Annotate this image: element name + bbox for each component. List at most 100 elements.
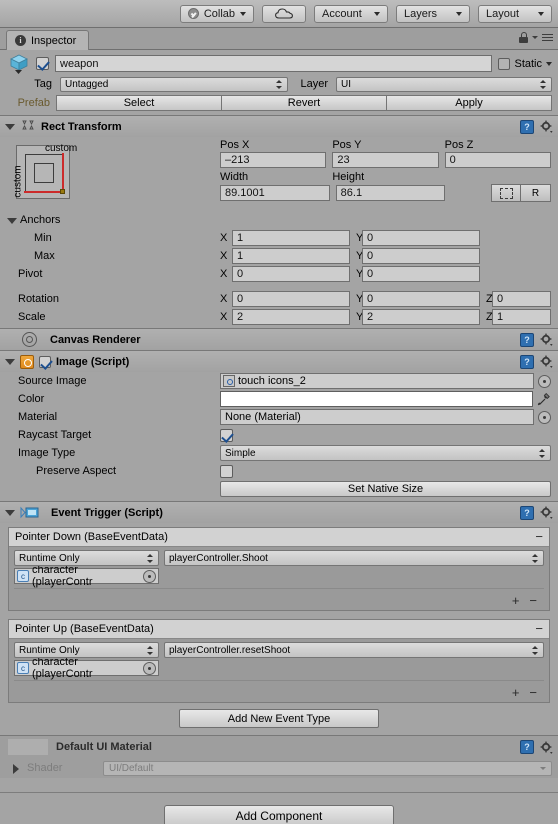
prefab-select-button[interactable]: Select xyxy=(56,94,222,111)
remove-callback-button[interactable]: − xyxy=(529,686,537,699)
add-callback-button[interactable]: + xyxy=(512,594,520,607)
pivot-y-input[interactable]: 0 xyxy=(362,266,480,282)
callback-mode-dropdown[interactable]: Runtime Only xyxy=(14,550,159,566)
scale-x-input[interactable]: 2 xyxy=(232,309,350,325)
help-book-icon[interactable]: ? xyxy=(520,505,534,520)
anchor-min-y-input[interactable]: 0 xyxy=(362,230,480,246)
axis-y-label: Y xyxy=(356,250,364,262)
pos-x-input[interactable]: –213 xyxy=(220,152,327,168)
image-type-label: Image Type xyxy=(18,447,76,459)
help-book-icon[interactable]: ? xyxy=(520,332,534,347)
tag-value: Untagged xyxy=(65,78,109,90)
chevron-down-icon[interactable] xyxy=(532,36,538,39)
image-script-icon xyxy=(20,354,34,369)
foldout-arrow-icon[interactable] xyxy=(4,507,15,518)
blueprint-mode-button[interactable] xyxy=(491,184,522,202)
scale-y-input[interactable]: 2 xyxy=(362,309,480,325)
event-trigger-header[interactable]: Event Trigger (Script) ? xyxy=(0,502,558,523)
event-trigger-header-tools: ? xyxy=(520,505,553,520)
gear-icon[interactable] xyxy=(540,355,553,368)
prefab-cube-icon[interactable] xyxy=(8,53,30,75)
foldout-arrow-icon[interactable] xyxy=(6,215,17,226)
gameobject-name-input[interactable]: weapon xyxy=(55,55,493,72)
chevron-down-icon[interactable] xyxy=(546,61,552,66)
foldout-arrow-icon[interactable] xyxy=(4,121,15,132)
help-book-icon[interactable]: ? xyxy=(520,354,534,369)
help-book-icon[interactable]: ? xyxy=(520,740,534,754)
material-objectfield[interactable]: None (Material) xyxy=(220,409,534,425)
scale-z-input[interactable]: 1 xyxy=(492,309,551,325)
pivot-x-input[interactable]: 0 xyxy=(232,266,350,282)
canvas-renderer-header[interactable]: Canvas Renderer ? xyxy=(0,329,558,350)
component-canvas-renderer: Canvas Renderer ? xyxy=(0,328,558,350)
layer-dropdown[interactable]: UI xyxy=(336,76,552,92)
collab-button[interactable]: Collab xyxy=(179,4,254,23)
anchor-horizontal-line xyxy=(24,191,63,193)
set-native-size-button[interactable]: Set Native Size xyxy=(220,481,551,497)
image-type-dropdown[interactable]: Simple xyxy=(220,445,551,461)
callback-object-field[interactable]: c character (playerContr xyxy=(14,656,159,680)
preserve-aspect-checkbox[interactable] xyxy=(220,464,233,478)
gear-icon[interactable] xyxy=(540,120,553,133)
raw-edit-mode-button[interactable]: R xyxy=(521,184,552,202)
gear-icon[interactable] xyxy=(540,741,553,754)
layers-button[interactable]: Layers xyxy=(396,4,470,23)
remove-event-entry-button[interactable]: − xyxy=(535,622,543,635)
gameobject-enabled-checkbox[interactable] xyxy=(36,57,49,70)
static-checkbox[interactable] xyxy=(498,57,511,70)
shader-value: UI/Default xyxy=(109,762,154,774)
callback-function-dropdown[interactable]: playerController.Shoot xyxy=(164,550,544,566)
raycast-target-label: Raycast Target xyxy=(18,429,92,441)
callback-function-dropdown[interactable]: playerController.resetShoot xyxy=(164,642,544,658)
lock-icon[interactable] xyxy=(519,32,528,43)
gear-icon[interactable] xyxy=(540,333,553,346)
account-button[interactable]: Account xyxy=(314,4,388,23)
rotation-x-input[interactable]: 0 xyxy=(232,291,350,307)
anchor-max-x-input[interactable]: 1 xyxy=(232,248,350,264)
callback-object-picker-button[interactable] xyxy=(143,661,156,675)
add-new-event-type-button[interactable]: Add New Event Type xyxy=(179,709,379,728)
rotation-z-input[interactable]: 0 xyxy=(492,291,551,307)
remove-event-entry-button[interactable]: − xyxy=(535,530,543,543)
material-picker-button[interactable] xyxy=(538,410,551,424)
layout-button[interactable]: Layout xyxy=(478,4,552,23)
pos-z-input[interactable]: 0 xyxy=(444,152,551,168)
pivot-row: Pivot X 0 Y 0 xyxy=(0,265,558,283)
callback-object-field[interactable]: c character (playerContr xyxy=(14,564,159,588)
scale-row: Scale X 2 Y 2 Z 1 xyxy=(0,308,558,328)
callback-mode-dropdown[interactable]: Runtime Only xyxy=(14,642,159,658)
prefab-apply-button[interactable]: Apply xyxy=(387,94,552,111)
source-image-objectfield[interactable]: touch icons_2 xyxy=(220,373,534,389)
tag-dropdown[interactable]: Untagged xyxy=(60,76,288,92)
add-component-button[interactable]: Add Component xyxy=(164,805,394,824)
callback-object-picker-button[interactable] xyxy=(143,569,156,583)
gear-icon[interactable] xyxy=(540,506,553,519)
rotation-y-input[interactable]: 0 xyxy=(362,291,480,307)
height-input[interactable]: 86.1 xyxy=(335,185,446,201)
prefab-revert-button[interactable]: Revert xyxy=(222,94,387,111)
rect-transform-header[interactable]: Rect Transform ? xyxy=(0,116,558,137)
eyedropper-icon[interactable] xyxy=(537,391,551,407)
foldout-arrow-icon[interactable] xyxy=(10,763,21,774)
image-header[interactable]: Image (Script) ? xyxy=(0,351,558,372)
anchor-preset-button[interactable]: custom custom xyxy=(13,143,77,199)
color-swatch[interactable] xyxy=(220,391,533,407)
foldout-arrow-icon[interactable] xyxy=(4,356,15,367)
tab-inspector[interactable]: i Inspector xyxy=(6,30,90,50)
remove-callback-button[interactable]: − xyxy=(529,594,537,607)
cloud-services-button[interactable] xyxy=(262,4,306,23)
shader-dropdown: UI/Default xyxy=(103,760,552,776)
anchor-min-x-input[interactable]: 1 xyxy=(232,230,350,246)
canvas-renderer-title: Canvas Renderer xyxy=(50,333,141,346)
image-enabled-checkbox[interactable] xyxy=(39,355,51,368)
source-image-picker-button[interactable] xyxy=(538,374,551,388)
size-headers: Width Height xyxy=(220,168,551,183)
hamburger-menu-icon[interactable] xyxy=(542,33,553,42)
width-input[interactable]: 89.1001 xyxy=(220,185,330,201)
anchor-max-y-input[interactable]: 0 xyxy=(362,248,480,264)
add-callback-button[interactable]: + xyxy=(512,686,520,699)
help-book-icon[interactable]: ? xyxy=(520,119,534,134)
pos-y-input[interactable]: 23 xyxy=(332,152,439,168)
raycast-target-checkbox[interactable] xyxy=(220,428,233,442)
anchors-foldout-row[interactable]: Anchors xyxy=(0,211,558,229)
